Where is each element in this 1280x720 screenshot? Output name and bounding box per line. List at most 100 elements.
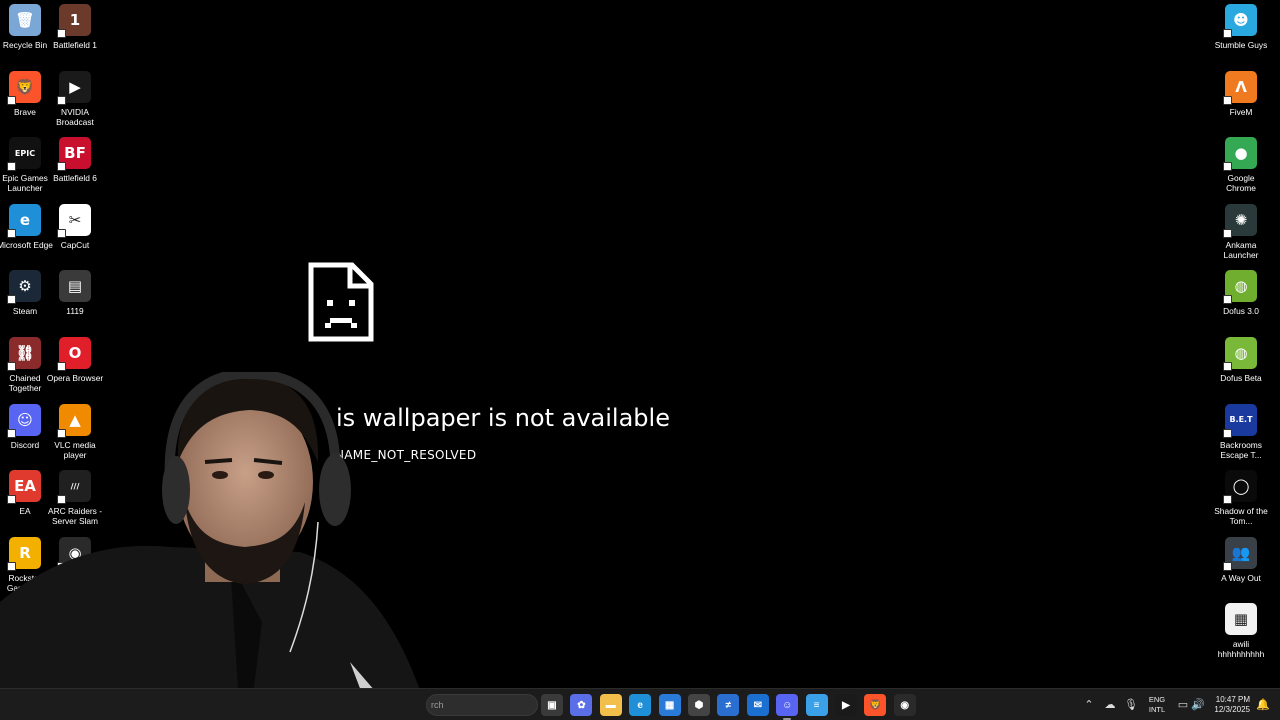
desktop-shortcut-folder-1119[interactable]: ▤ 1119	[50, 268, 100, 335]
fivem-icon: Λ	[1223, 70, 1257, 105]
desktop-shortcut-battlefield-6[interactable]: BF Battlefield 6	[50, 135, 100, 202]
a-way-out-icon: 👥	[1223, 536, 1257, 571]
battlefield-6-icon: BF	[57, 137, 91, 172]
desktop-shortcut-stumble-guys[interactable]: ☻ Stumble Guys	[1215, 2, 1267, 69]
desktop-shortcut-label: Ankama Launcher	[1223, 239, 1259, 260]
desktop-shortcut-fivem[interactable]: Λ FiveM	[1216, 69, 1266, 136]
desktop-shortcut-backrooms[interactable]: B.E.T Backrooms Escape T...	[1216, 402, 1266, 469]
shortcut-arrow-icon	[57, 361, 66, 371]
taskbar: rch ▣ ✿ ▬ e ▦ ⬢ ≠ ✉ ☺ ≡ ▶ 🦁 ◉ ⌃ ☁ 🎙 ENG INTL ▭ 🔊 10:…	[0, 688, 1280, 720]
recycle-bin-icon: 🗑	[9, 4, 41, 36]
chrome-icon: ●	[1223, 137, 1257, 172]
shortcut-arrow-icon	[57, 228, 66, 238]
desktop-shortcut-battlefield-1[interactable]: 1 Battlefield 1	[50, 2, 100, 69]
shortcut-arrow-icon	[7, 295, 16, 305]
desktop-shortcut-chrome[interactable]: ● Google Chrome	[1216, 135, 1266, 202]
notepad-icon[interactable]: ≡	[805, 694, 828, 716]
desktop-shortcut-label: NVIDIA Broadcast	[56, 106, 94, 127]
backrooms-icon: B.E.T	[1223, 403, 1257, 438]
discord-taskbar-icon[interactable]: ☺	[776, 694, 799, 720]
desktop-shortcut-label: Battlefield 6	[53, 173, 97, 184]
input-language-indicator[interactable]: ENG INTL	[1146, 695, 1168, 715]
desktop-shortcut-label: A Way Out	[1221, 572, 1261, 583]
visual-studio-code-icon[interactable]: ≠	[717, 694, 740, 716]
epic-games-icon: EPIC	[7, 137, 41, 172]
shortcut-arrow-icon	[7, 162, 16, 172]
shortcut-arrow-icon	[7, 228, 16, 238]
desktop-shortcut-capcut[interactable]: ✂ CapCut	[50, 202, 100, 269]
desktop-shortcut-a-way-out[interactable]: 👥 A Way Out	[1216, 535, 1266, 602]
shortcut-arrow-icon	[57, 95, 66, 105]
notification-bell-icon[interactable]: 🔔	[1256, 698, 1270, 712]
chained-together-icon: ⛓	[7, 336, 41, 371]
dofus-icon: ◍	[1223, 270, 1257, 305]
shortcut-arrow-icon	[1223, 428, 1232, 438]
shortcut-arrow-icon	[1223, 95, 1232, 105]
desktop-shortcut-dofus[interactable]: ◍ Dofus 3.0	[1216, 268, 1266, 335]
microphone-icon[interactable]: 🎙	[1124, 698, 1138, 712]
desktop-column-right: ☻ Stumble Guys Λ FiveM ● Google Chrome ✺ Ankama…	[1214, 2, 1268, 668]
outlook-icon[interactable]: ✉	[746, 694, 769, 716]
capcut-icon: ✂	[57, 203, 91, 238]
shadow-tomb-raider-icon: ◯	[1223, 470, 1257, 505]
desktop-shortcut-label: CapCut	[60, 239, 90, 250]
file-explorer-icon[interactable]: ▬	[599, 694, 622, 716]
desktop-shortcut-label: Dofus Beta	[1220, 372, 1262, 383]
network-icon[interactable]: ▭	[1176, 698, 1190, 712]
stumble-guys-icon: ☻	[1223, 4, 1257, 38]
desktop-shortcut-edge[interactable]: e Microsoft Edge	[0, 202, 53, 269]
language-code: ENG	[1148, 695, 1166, 704]
brave-taskbar-icon[interactable]: 🦁	[864, 694, 887, 716]
desktop-shortcut-epic-games[interactable]: EPIC Epic Games Launcher	[0, 135, 50, 202]
dark-app-icon[interactable]: ⬢	[688, 694, 710, 716]
shortcut-arrow-icon	[1223, 29, 1232, 38]
microsoft-store-icon[interactable]: ▦	[658, 694, 681, 716]
shortcut-arrow-icon	[1223, 295, 1232, 305]
keyboard-layout: INTL	[1148, 705, 1166, 714]
shortcut-arrow-icon	[1223, 495, 1232, 505]
text-file-icon: ▦	[1225, 603, 1257, 636]
desktop-shortcut-label: 1119	[66, 306, 84, 317]
nvidia-broadcast-icon: ▶	[57, 70, 91, 105]
sad-document-icon	[308, 262, 374, 342]
desktop-shortcut-label: Battlefield 1	[53, 40, 97, 50]
desktop-shortcut-label: Shadow of the Tom...	[1214, 506, 1268, 527]
desktop-shortcut-text-file[interactable]: ▦ awili hhhhhhhhhh	[1216, 601, 1266, 668]
desktop-shortcut-nvidia-broadcast[interactable]: ▶ NVIDIA Broadcast	[50, 69, 100, 136]
battlefield-1-icon: 1	[57, 4, 91, 38]
desktop-shortcut-steam[interactable]: ⚙ Steam	[0, 268, 50, 335]
shortcut-arrow-icon	[1223, 561, 1232, 571]
desktop-shortcut-label: Google Chrome	[1226, 173, 1256, 194]
search-placeholder: rch	[431, 700, 444, 710]
volume-icon[interactable]: 🔊	[1191, 698, 1205, 712]
desktop-shortcut-recycle-bin[interactable]: 🗑 Recycle Bin	[0, 2, 50, 69]
show-hidden-icons-chevron-icon[interactable]: ⌃	[1082, 698, 1096, 712]
shortcut-arrow-icon	[57, 162, 66, 172]
shortcut-arrow-icon	[1223, 228, 1232, 238]
shortcut-arrow-icon	[57, 29, 66, 38]
edge-taskbar-icon[interactable]: e	[629, 694, 652, 716]
copilot-icon[interactable]: ✿	[570, 694, 593, 716]
desktop-shortcut-shadow-tomb-raider[interactable]: ◯ Shadow of the Tom...	[1214, 468, 1268, 535]
brave-icon: 🦁	[7, 70, 41, 105]
nvidia-broadcast-taskbar-icon[interactable]: ▶	[835, 694, 857, 716]
desktop-shortcut-ankama[interactable]: ✺ Ankama Launcher	[1216, 202, 1266, 269]
folder-1119-icon: ▤	[59, 270, 91, 303]
taskbar-search-box[interactable]: rch	[426, 694, 538, 716]
desktop-shortcut-label: Dofus 3.0	[1223, 306, 1259, 317]
onedrive-cloud-icon[interactable]: ☁	[1103, 698, 1117, 712]
desktop-shortcut-brave[interactable]: 🦁 Brave	[0, 69, 50, 136]
opera-icon: O	[57, 336, 91, 371]
obs-taskbar-icon[interactable]: ◉	[893, 694, 916, 716]
webcam-overlay	[0, 372, 430, 720]
clock-date: 12/3/2025	[1214, 705, 1250, 714]
system-clock[interactable]: 10:47 PM 12/3/2025	[1206, 695, 1250, 715]
shortcut-arrow-icon	[7, 95, 16, 105]
steam-icon: ⚙	[7, 270, 41, 305]
desktop-shortcut-dofus-beta[interactable]: ◍ Dofus Beta	[1216, 335, 1266, 402]
dofus-beta-icon: ◍	[1223, 336, 1257, 371]
shortcut-arrow-icon	[7, 361, 16, 371]
task-view-icon[interactable]: ▣	[541, 694, 563, 716]
shortcut-arrow-icon	[1223, 162, 1232, 172]
desktop-shortcut-label: Stumble Guys	[1214, 40, 1268, 50]
